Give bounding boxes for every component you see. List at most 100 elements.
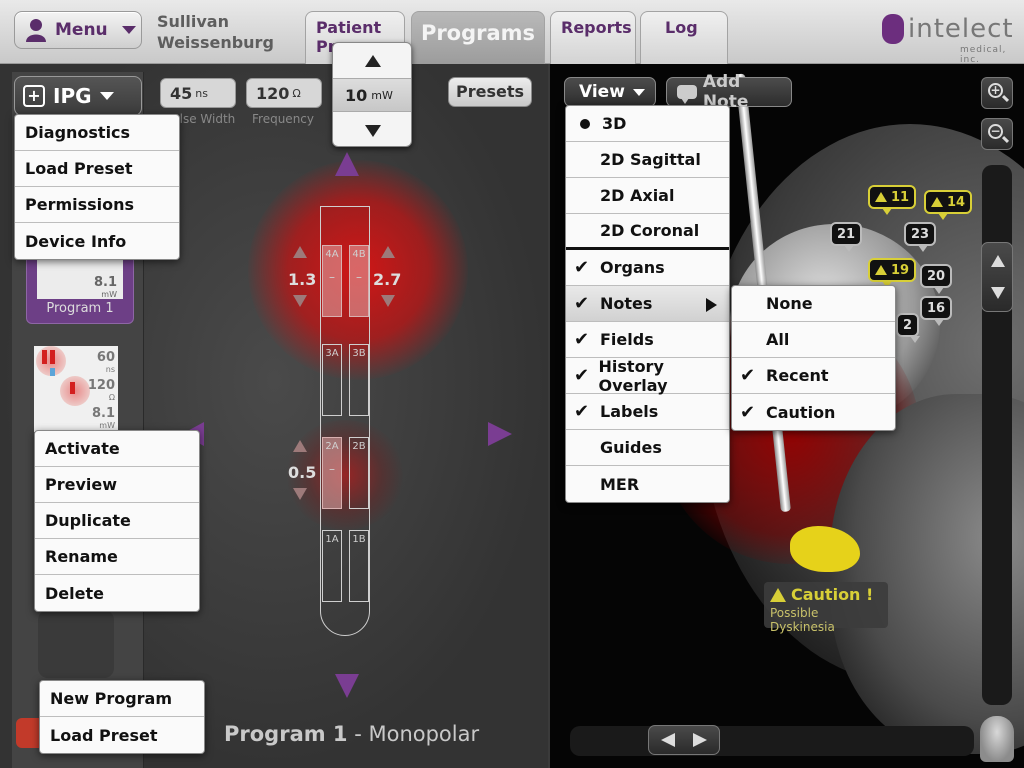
frequency-stepper[interactable]: 120 Ω xyxy=(246,78,322,108)
program-card-2[interactable]: 60 ns 120 Ω 8.1 mW xyxy=(34,346,118,432)
program-menu-delete[interactable]: Delete xyxy=(35,575,199,611)
tab-programs[interactable]: Programs xyxy=(411,11,545,64)
program-menu-activate[interactable]: Activate xyxy=(35,431,199,467)
warning-icon xyxy=(875,192,887,202)
view-button[interactable]: View xyxy=(564,77,656,107)
add-note-button[interactable]: Add Note xyxy=(666,72,792,112)
program-card-empty[interactable] xyxy=(38,610,114,678)
program-card-1[interactable]: 8.1 mW Program 1 xyxy=(26,250,134,324)
ipg-menu-permissions[interactable]: Permissions xyxy=(15,187,179,223)
contact-bar xyxy=(42,350,47,364)
tab-log[interactable]: Log xyxy=(640,11,728,64)
warning-icon xyxy=(770,587,786,602)
chevron-right-icon xyxy=(706,298,717,312)
increase-2a-icon[interactable] xyxy=(293,440,307,452)
check-icon: ✔ xyxy=(574,365,590,386)
horizontal-scroll-handle[interactable] xyxy=(648,725,720,755)
ipg-menu-device-info[interactable]: Device Info xyxy=(15,223,179,259)
chevron-down-icon[interactable] xyxy=(365,125,381,137)
contact-2b[interactable]: 2B xyxy=(349,437,369,509)
chevron-down-icon xyxy=(991,287,1005,299)
contact-bar xyxy=(50,350,55,364)
chevron-right-icon xyxy=(693,733,707,747)
zoom-handle xyxy=(1001,135,1010,144)
contact-3b[interactable]: 3B xyxy=(349,344,369,416)
notes-menu-all[interactable]: All xyxy=(732,322,895,358)
view-menu-guides[interactable]: Guides xyxy=(566,430,729,466)
notes-menu-recent[interactable]: ✔ Recent xyxy=(732,358,895,394)
contact-4b[interactable]: 4B – xyxy=(349,245,369,317)
view-menu-organs[interactable]: ✔ Organs xyxy=(566,250,729,286)
stop-icon[interactable] xyxy=(16,718,40,748)
amplitude-value: 10 mW xyxy=(333,78,411,112)
contact-2a[interactable]: 2A – xyxy=(322,437,342,509)
view-menu-notes[interactable]: ✔ Notes xyxy=(566,286,729,322)
warning-icon xyxy=(875,265,887,275)
menu-button[interactable]: Menu xyxy=(14,11,142,49)
ipg-button[interactable]: + IPG xyxy=(14,76,142,116)
check-icon: ✔ xyxy=(574,293,590,314)
load-preset-item[interactable]: Load Preset xyxy=(40,717,204,753)
note-marker[interactable]: 23 xyxy=(904,222,937,252)
contact-4a[interactable]: 4A – xyxy=(322,245,342,317)
amplitude-4a: 1.3 xyxy=(288,270,317,289)
lead-up-arrow[interactable] xyxy=(335,152,359,176)
note-marker[interactable]: 19 xyxy=(868,258,917,288)
view-menu-labels[interactable]: ✔ Labels xyxy=(566,394,729,430)
program-menu-duplicate[interactable]: Duplicate xyxy=(35,503,199,539)
lead-right-arrow[interactable] xyxy=(488,422,512,446)
increase-4b-icon[interactable] xyxy=(381,246,395,258)
caution-label[interactable]: Caution ! Possible Dyskinesia xyxy=(764,582,888,634)
vertical-scroll-handle[interactable] xyxy=(981,242,1013,312)
zoom-handle xyxy=(1001,94,1010,103)
decrease-2a-icon[interactable] xyxy=(293,488,307,500)
horizontal-scroll-track[interactable] xyxy=(570,726,974,756)
frequency-label: Frequency xyxy=(252,112,314,126)
ipg-menu: Diagnostics Load Preset Permissions Devi… xyxy=(14,114,180,260)
speech-bubble-icon xyxy=(677,85,697,104)
program-menu-preview[interactable]: Preview xyxy=(35,467,199,503)
plus-icon: + xyxy=(23,85,45,107)
note-marker[interactable]: 21 xyxy=(830,222,863,252)
decrease-4a-icon[interactable] xyxy=(293,295,307,307)
chevron-down-icon xyxy=(632,88,645,96)
program-menu-rename[interactable]: Rename xyxy=(35,539,199,575)
company-logo: intelect medical, inc. xyxy=(882,14,1014,65)
view-menu-history-overlay[interactable]: ✔ History Overlay xyxy=(566,357,729,395)
pulse-width-stepper[interactable]: 45 ns xyxy=(160,78,236,108)
chevron-up-icon[interactable] xyxy=(365,55,381,67)
check-icon: ✔ xyxy=(574,329,590,350)
lead-down-arrow[interactable] xyxy=(335,674,359,698)
ipg-menu-load-preset[interactable]: Load Preset xyxy=(15,151,179,187)
decrease-4b-icon[interactable] xyxy=(381,295,395,307)
contact-1b[interactable]: 1B xyxy=(349,530,369,602)
patient-name: Sullivan Weissenburg xyxy=(157,12,274,52)
notes-menu-none[interactable]: None xyxy=(732,286,895,322)
contact-3a[interactable]: 3A xyxy=(322,344,342,416)
avatar[interactable] xyxy=(980,716,1014,762)
zoom-in-button[interactable]: + xyxy=(981,77,1013,109)
note-marker[interactable]: 14 xyxy=(924,190,973,220)
notes-menu-caution[interactable]: ✔ Caution xyxy=(732,394,895,430)
view-menu: 3D 2D Sagittal 2D Axial 2D Coronal ✔ Orga… xyxy=(565,105,730,503)
tab-reports[interactable]: Reports xyxy=(550,11,636,64)
note-marker[interactable]: 11 xyxy=(868,185,917,215)
ipg-menu-diagnostics[interactable]: Diagnostics xyxy=(15,115,179,151)
note-marker[interactable]: 16 xyxy=(920,296,953,326)
zoom-out-button[interactable]: − xyxy=(981,118,1013,150)
view-menu-2d-coronal[interactable]: 2D Coronal xyxy=(566,214,729,250)
amplitude-picker[interactable]: 10 mW xyxy=(332,42,412,147)
chevron-down-icon xyxy=(121,26,136,34)
view-menu-2d-axial[interactable]: 2D Axial xyxy=(566,178,729,214)
increase-4a-icon[interactable] xyxy=(293,246,307,258)
chevron-up-icon xyxy=(991,255,1005,267)
note-marker[interactable]: 20 xyxy=(920,264,953,294)
view-menu-3d[interactable]: 3D xyxy=(566,106,729,142)
view-menu-2d-sagittal[interactable]: 2D Sagittal xyxy=(566,142,729,178)
note-marker[interactable]: 2 xyxy=(896,313,921,343)
view-menu-fields[interactable]: ✔ Fields xyxy=(566,322,729,358)
presets-button[interactable]: Presets xyxy=(448,77,532,107)
contact-1a[interactable]: 1A xyxy=(322,530,342,602)
view-menu-mer[interactable]: MER xyxy=(566,466,729,502)
new-program-item[interactable]: New Program xyxy=(40,681,204,717)
